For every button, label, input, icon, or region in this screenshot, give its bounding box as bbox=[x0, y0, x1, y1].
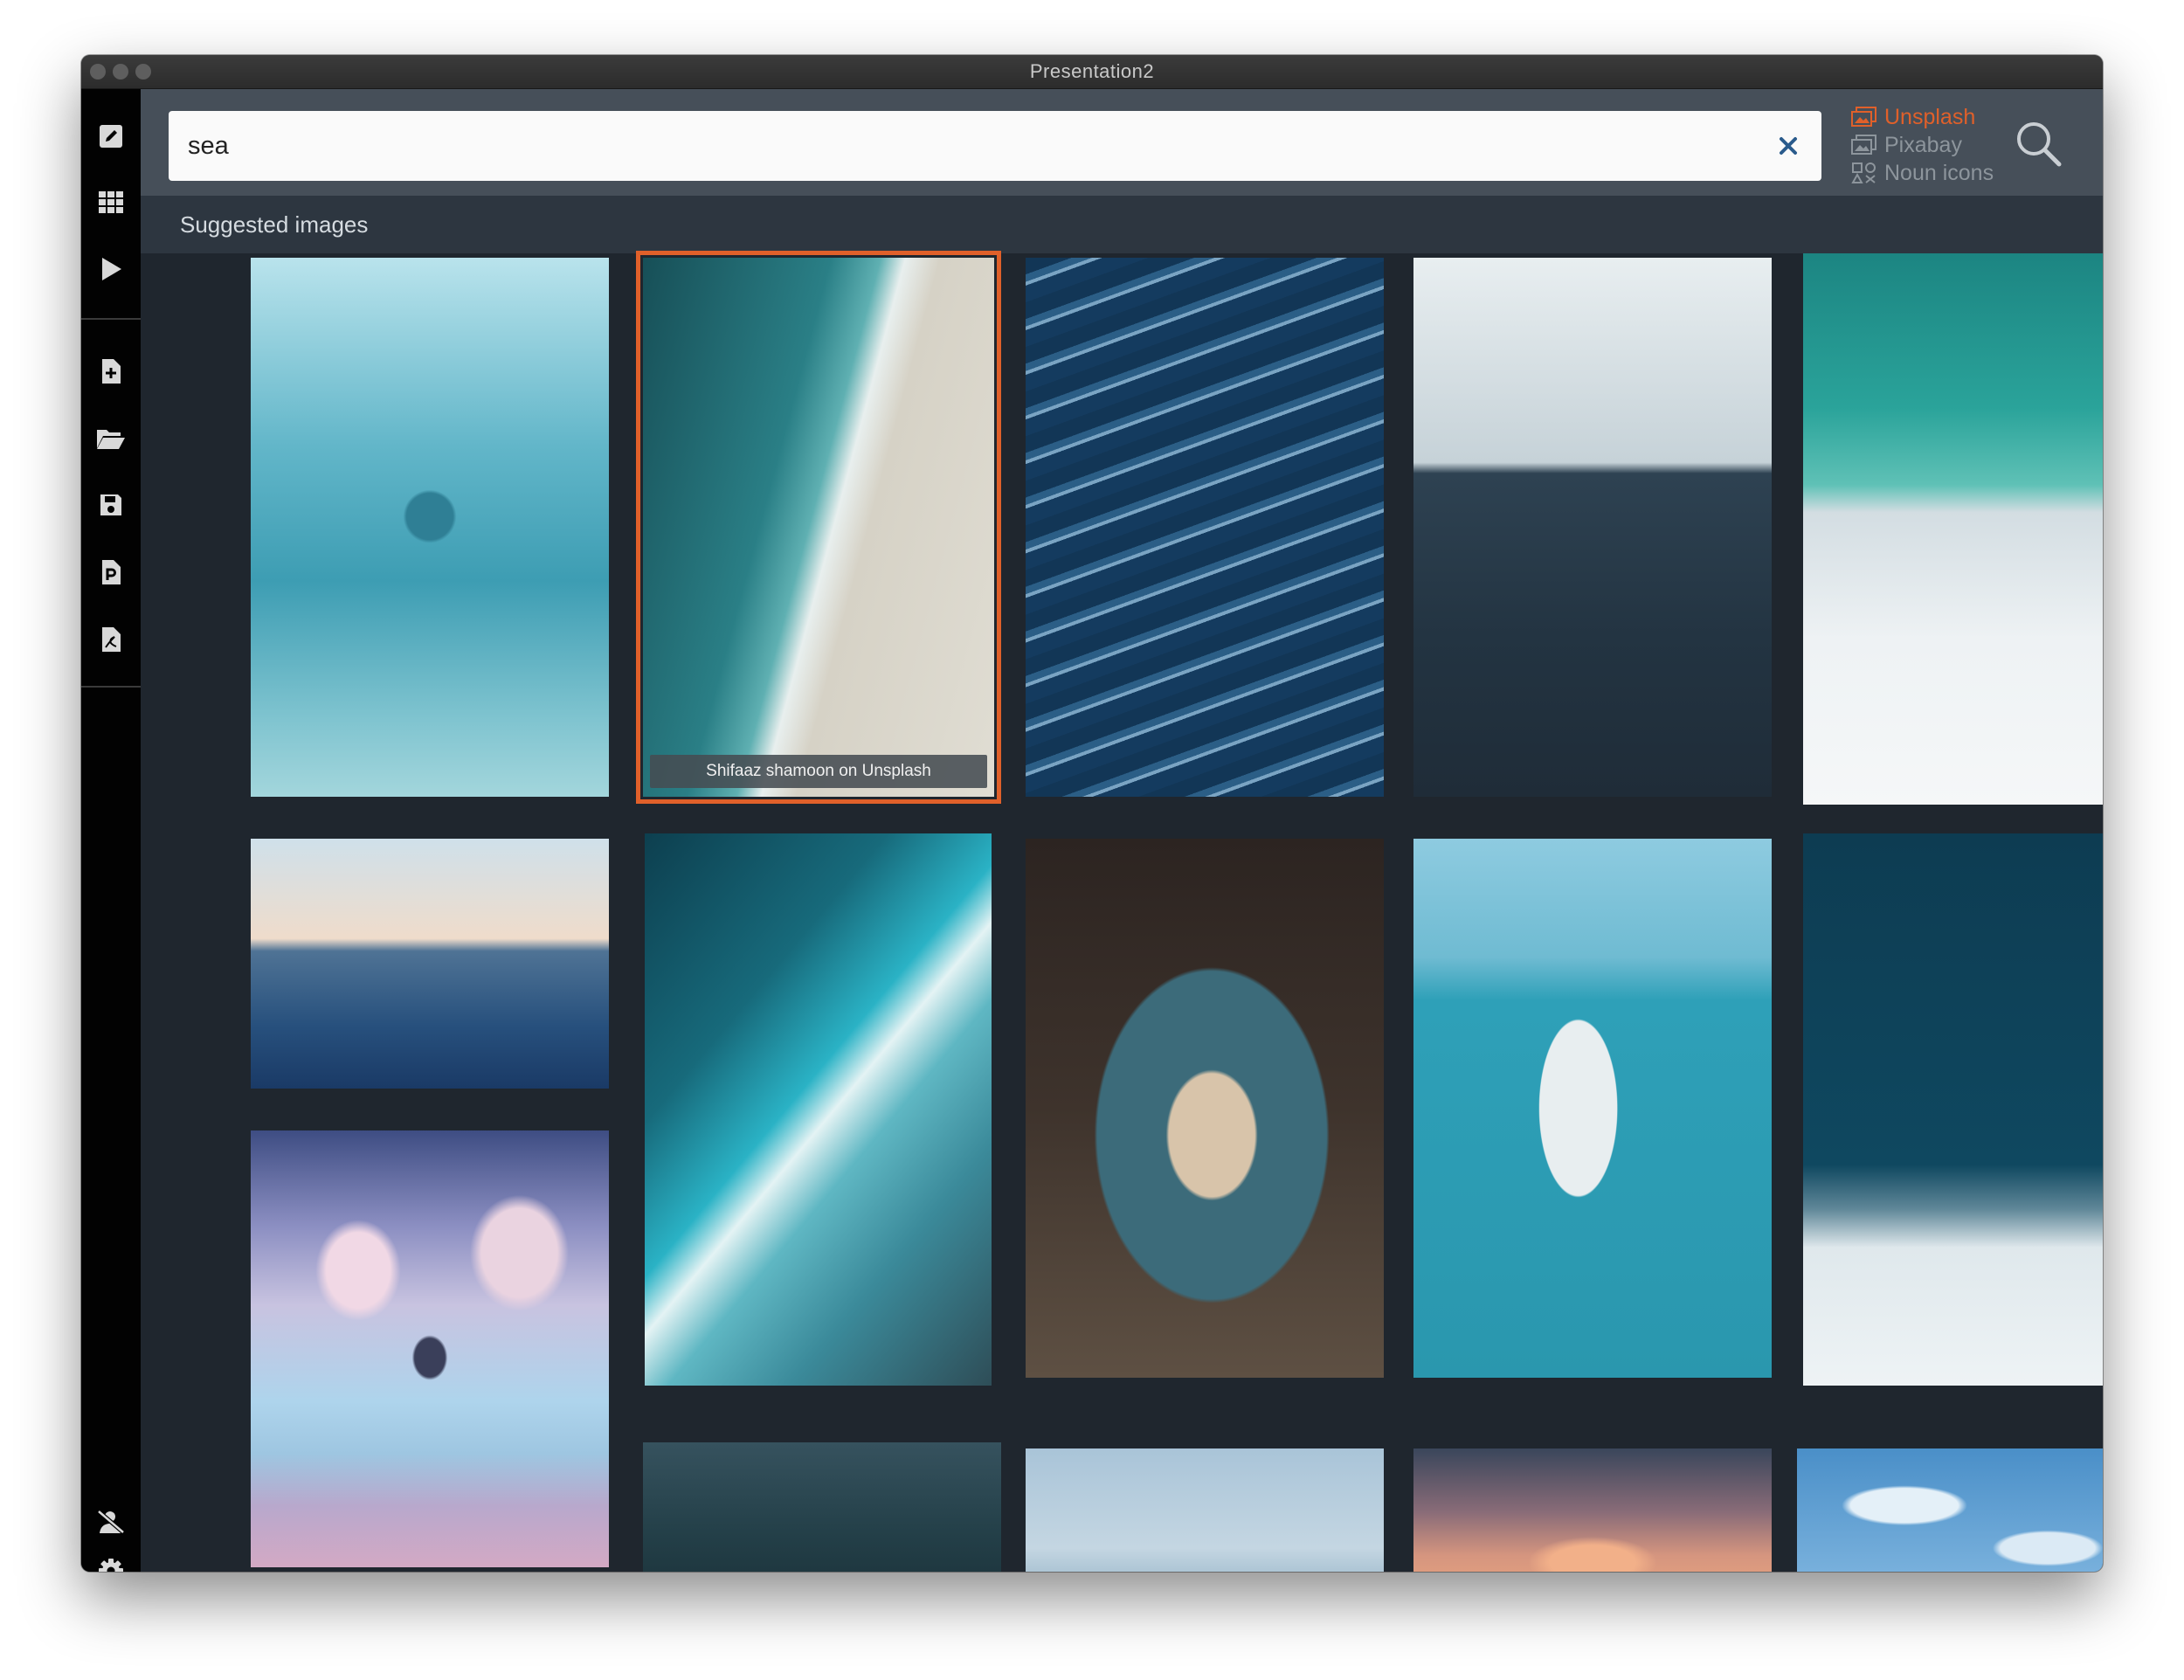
source-noun-icons[interactable]: Noun icons bbox=[1851, 159, 2026, 187]
images-icon bbox=[1851, 134, 1877, 156]
image-tile-selected[interactable]: Shifaaz shamoon on Unsplash bbox=[636, 251, 1001, 804]
image-tile[interactable] bbox=[645, 833, 992, 1386]
image-tile[interactable] bbox=[1026, 1448, 1384, 1572]
image-tile[interactable] bbox=[251, 1130, 609, 1567]
search-input[interactable] bbox=[188, 111, 1743, 181]
image-tile[interactable] bbox=[1413, 258, 1772, 797]
sidebar bbox=[81, 89, 141, 1572]
images-icon bbox=[1851, 106, 1877, 128]
search-icon[interactable] bbox=[2014, 119, 2063, 168]
gear-icon[interactable] bbox=[95, 1555, 127, 1572]
no-presenter-icon[interactable] bbox=[95, 1506, 127, 1538]
image-grid: Shifaaz shamoon on Unsplash bbox=[141, 251, 2103, 1572]
search-bar: Unsplash Pixabay Noun icons bbox=[141, 89, 2103, 196]
image-tile[interactable] bbox=[1026, 258, 1384, 797]
edit-icon[interactable] bbox=[95, 121, 127, 152]
source-pixabay[interactable]: Pixabay bbox=[1851, 131, 2026, 159]
image-tile[interactable] bbox=[1797, 1448, 2103, 1572]
source-label: Noun icons bbox=[1884, 160, 1994, 185]
new-file-icon[interactable] bbox=[95, 356, 127, 387]
suggested-label: Suggested images bbox=[180, 211, 369, 238]
save-icon[interactable] bbox=[95, 489, 127, 521]
image-caption: Shifaaz shamoon on Unsplash bbox=[650, 755, 987, 788]
source-label: Unsplash bbox=[1884, 104, 1976, 129]
source-unsplash[interactable]: Unsplash bbox=[1851, 103, 2026, 131]
image-tile[interactable] bbox=[1026, 839, 1384, 1378]
search-box bbox=[169, 111, 1821, 181]
image-tile[interactable] bbox=[251, 258, 609, 797]
powerpoint-export-icon[interactable] bbox=[95, 557, 127, 588]
window-title: Presentation2 bbox=[1029, 60, 1155, 82]
image-tile[interactable] bbox=[1413, 839, 1772, 1378]
clear-search-icon[interactable] bbox=[1774, 132, 1802, 160]
image-source-list: Unsplash Pixabay Noun icons bbox=[1851, 103, 2026, 187]
image-search-panel: Unsplash Pixabay Noun icons bbox=[141, 89, 2103, 1572]
play-icon[interactable] bbox=[95, 253, 127, 285]
title-bar: Presentation2 bbox=[81, 55, 2103, 89]
sidebar-divider bbox=[81, 686, 141, 688]
image-tile[interactable] bbox=[1803, 253, 2103, 805]
sidebar-divider bbox=[81, 318, 141, 320]
image-tile[interactable] bbox=[1413, 1448, 1772, 1572]
grid-icon[interactable] bbox=[95, 187, 127, 218]
image-tile[interactable] bbox=[251, 839, 609, 1089]
pdf-export-icon[interactable] bbox=[95, 624, 127, 655]
image-tile[interactable] bbox=[643, 1442, 1001, 1572]
source-label: Pixabay bbox=[1884, 132, 1962, 157]
shapes-icon bbox=[1851, 162, 1877, 184]
open-folder-icon[interactable] bbox=[95, 423, 127, 454]
app-window: Presentation2 sea Unsplash Pixabay Noun … bbox=[81, 55, 2103, 1572]
image-tile[interactable] bbox=[1803, 833, 2103, 1386]
suggested-header: Suggested images bbox=[141, 196, 2103, 253]
